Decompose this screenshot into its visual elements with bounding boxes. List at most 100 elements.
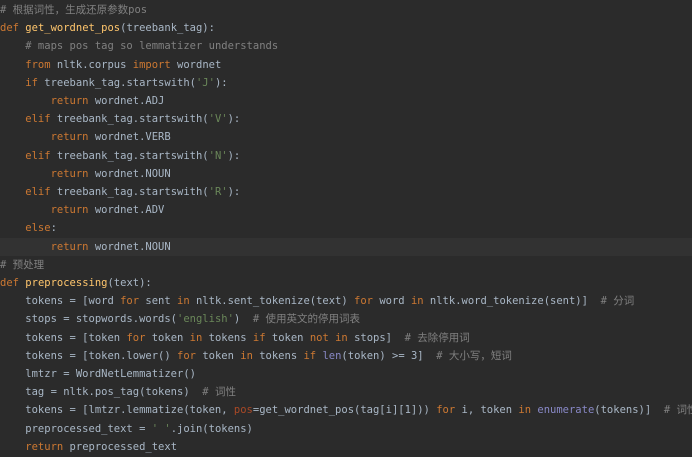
code-token: 'N' [208, 149, 228, 162]
code-token: tokens [259, 349, 304, 362]
code-line[interactable]: tokens = [token for token in tokens if t… [0, 329, 692, 347]
code-token: in [189, 331, 209, 344]
code-token: if [252, 331, 272, 344]
code-token: return [0, 131, 95, 144]
code-line[interactable]: # 根据词性，生成还原参数pos [0, 1, 692, 19]
code-token: tokens = [word [0, 295, 121, 308]
code-token: wordnet.NOUN [94, 240, 171, 253]
code-line[interactable]: preprocessed_text = ' '.join(tokens) [0, 420, 692, 438]
code-line[interactable]: return wordnet.NOUN [0, 165, 692, 183]
code-line[interactable]: tag = nltk.pos_tag(tokens) # 词性 [0, 383, 692, 401]
code-token: return [0, 167, 95, 180]
code-token: for [120, 295, 146, 308]
code-token: # 去除停用词 [404, 331, 470, 344]
code-token: : [50, 222, 57, 235]
code-line[interactable]: elif treebank_tag.startswith('V'): [0, 110, 692, 128]
code-token: (treebank_tag): [120, 22, 215, 35]
code-line[interactable]: from nltk.corpus import wordnet [0, 56, 692, 74]
code-token: stops] [354, 331, 405, 344]
code-line[interactable]: stops = stopwords.words('english') # 使用英… [0, 310, 692, 328]
code-token: not in [309, 331, 355, 344]
code-line[interactable]: # 预处理 [0, 256, 692, 274]
code-token: nltk.corpus [56, 58, 133, 71]
code-line[interactable]: lmtzr = WordNetLemmatizer() [0, 365, 692, 383]
code-token: 'english' [177, 313, 234, 326]
code-token: return [0, 204, 95, 217]
code-token: tokens = [token [0, 331, 127, 344]
code-token: for [354, 295, 380, 308]
code-token: # 预处理 [0, 258, 45, 271]
code-line[interactable]: tokens = [lmtzr.lemmatize(token, pos=get… [0, 401, 692, 419]
code-token: for [177, 349, 203, 362]
code-token: in [410, 295, 430, 308]
code-line[interactable]: else: [0, 219, 692, 237]
code-token: 'J' [195, 76, 215, 89]
code-token: =get_wordnet_pos(tag[i][1])) [252, 404, 437, 417]
code-token: elif [0, 186, 57, 198]
code-token: preprocessed_text [69, 440, 178, 453]
code-token: if [0, 76, 45, 89]
code-token: lmtzr = WordNetLemmatizer() [0, 368, 196, 380]
code-token: wordnet.VERB [94, 131, 171, 144]
code-token: for [126, 331, 152, 344]
code-line[interactable]: return wordnet.ADV [0, 201, 692, 219]
code-token: enumerate [537, 404, 595, 417]
code-token: in [177, 295, 196, 308]
code-token: stops = stopwords.words( [0, 313, 178, 326]
code-line[interactable]: tokens = [token.lower() for token in tok… [0, 347, 692, 365]
code-line[interactable]: return wordnet.ADJ [0, 92, 692, 110]
code-token: lemmatizer [139, 40, 203, 53]
code-token: i, token [461, 404, 519, 417]
code-line[interactable]: # maps pos tag so lemmatizer understands [0, 37, 692, 55]
code-token: in [518, 404, 538, 417]
code-token: ' ' [151, 422, 171, 435]
code-token: token [151, 331, 190, 344]
code-token: treebank_tag.startswith( [56, 186, 209, 198]
code-token: ): [214, 76, 228, 89]
code-token: 'V' [208, 113, 228, 126]
code-token: return [0, 95, 95, 107]
code-token: else [0, 222, 51, 235]
code-token: nltk.word_tokenize(sent)] [429, 295, 601, 308]
code-line[interactable]: if treebank_tag.startswith('J'): [0, 74, 692, 92]
code-token: # maps pos tag so [0, 40, 140, 53]
code-line[interactable]: elif treebank_tag.startswith('N'): [0, 147, 692, 165]
code-line[interactable]: return preprocessed_text [0, 438, 692, 456]
code-token: def [0, 22, 26, 35]
code-token: tokens [208, 331, 253, 344]
code-token: preprocessed_text = [0, 422, 152, 435]
code-token: ): [227, 113, 241, 126]
code-token: (text): [107, 277, 152, 289]
code-token: tag = nltk.pos_tag(tokens) [0, 386, 203, 399]
code-token: def [0, 277, 26, 289]
code-line[interactable]: return wordnet.VERB [0, 128, 692, 146]
code-editor[interactable]: # 根据词性，生成还原参数pos def get_wordnet_pos(tree… [0, 0, 692, 457]
code-token: for [436, 404, 462, 417]
code-token: # 大小写，短词 [436, 349, 512, 362]
code-token: treebank_tag.startswith( [56, 113, 209, 126]
code-token: nltk.sent_tokenize(text) [195, 295, 355, 308]
code-token: .join(tokens) [170, 422, 253, 435]
code-token: understands [202, 40, 279, 53]
code-line[interactable]: def preprocessing(text): [0, 274, 692, 292]
code-token: len [322, 349, 342, 362]
code-token: word [379, 295, 411, 308]
code-token: return [0, 240, 95, 253]
code-token: # 根据词性，生成还原参数pos [0, 4, 148, 16]
code-token: get_wordnet_pos [25, 22, 121, 35]
code-line[interactable]: elif treebank_tag.startswith('R'): [0, 183, 692, 201]
code-token: sent [145, 295, 178, 308]
code-token: # 使用英文的停用词表 [252, 313, 361, 326]
code-token: return [0, 440, 70, 453]
code-token: (token) >= 3] [341, 349, 437, 362]
code-token: elif [0, 113, 57, 126]
code-line[interactable]: tokens = [word for sent in nltk.sent_tok… [0, 292, 692, 310]
code-line[interactable]: return wordnet.NOUN [0, 237, 692, 256]
code-token: # 词性 [202, 386, 236, 399]
code-token: ): [227, 186, 241, 198]
code-token: # 词性还原 [663, 404, 692, 417]
code-token: ) [233, 313, 253, 326]
code-token: pos [233, 404, 253, 417]
code-line[interactable]: def get_wordnet_pos(treebank_tag): [0, 19, 692, 37]
code-token: tokens = [token.lower() [0, 349, 178, 362]
